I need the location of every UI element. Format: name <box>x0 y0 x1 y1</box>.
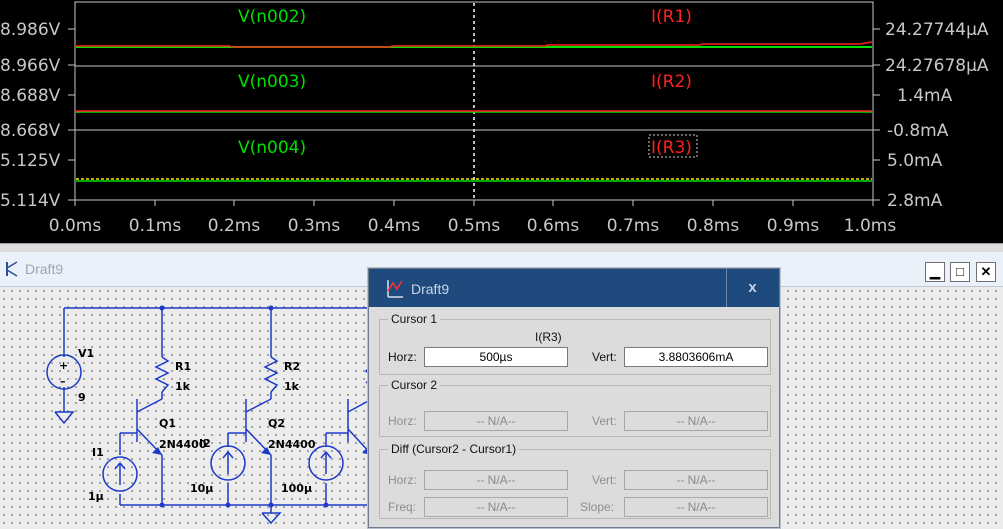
r1-value: 1k <box>175 380 191 393</box>
pane-2-right-bottom: -0.8mA <box>887 121 949 141</box>
v1-value: 9 <box>78 391 86 404</box>
waveform-viewer[interactable]: V(n002) I(R1) V(n003) I(R2) V(n004) I(R3… <box>0 0 1003 243</box>
cursor-1-vert-field[interactable]: 3.8803606mA <box>624 347 768 367</box>
cursor-1-horz-label: Horz: <box>388 350 417 364</box>
cursor-probe-icon <box>387 280 403 298</box>
diff-horz-field: -- N/A-- <box>424 470 568 490</box>
x-tick-2: 0.2ms <box>208 216 261 236</box>
x-tick-8: 0.8ms <box>687 216 740 236</box>
i2-name: I2 <box>199 437 211 450</box>
i3-value: 100µ <box>281 482 312 495</box>
x-tick-10: 1.0ms <box>844 216 897 236</box>
diff-slope-field: -- N/A-- <box>624 497 768 517</box>
r1-name: R1 <box>175 360 191 373</box>
diff-group: Diff (Cursor2 - Cursor1) Horz: -- N/A-- … <box>379 442 771 519</box>
q2-name: Q2 <box>268 417 285 430</box>
pane-1-right-label[interactable]: I(R1) <box>651 7 692 27</box>
cursor-2-vert-label: Vert: <box>592 414 617 428</box>
v1-name: V1 <box>78 347 94 360</box>
pane-1-right-bottom: 24.27678µA <box>885 56 989 76</box>
x-tick-9: 0.9ms <box>767 216 820 236</box>
dialog-title: Draft9 <box>411 281 450 297</box>
cursor-dialog[interactable]: Draft9 x Cursor 1 I(R3) Horz: 500µs Vert… <box>368 268 780 528</box>
x-tick-4: 0.4ms <box>368 216 421 236</box>
cursor-2-legend: Cursor 2 <box>388 378 441 392</box>
x-tick-1: 0.1ms <box>129 216 182 236</box>
pane-2-left-bottom: 8.668V <box>0 121 61 141</box>
pane-3-left-label[interactable]: V(n004) <box>238 138 306 158</box>
pane-1-left-bottom: 8.966V <box>0 56 61 76</box>
x-tick-3: 0.3ms <box>288 216 341 236</box>
diff-horz-label: Horz: <box>388 473 417 487</box>
v1-plus-sign: + <box>59 359 68 372</box>
diff-legend: Diff (Cursor2 - Cursor1) <box>388 442 520 456</box>
pane-3-right-bottom: 2.8mA <box>887 191 943 211</box>
junction-dots <box>159 305 329 508</box>
dialog-close-button[interactable]: x <box>726 269 778 307</box>
cursor-1-vert-label: Vert: <box>592 350 617 364</box>
diff-vert-label: Vert: <box>592 473 617 487</box>
minimize-button[interactable]: ▁ <box>925 262 945 282</box>
cursor-2-horz-field: -- N/A-- <box>424 411 568 431</box>
cursor-1-horz-field[interactable]: 500µs <box>424 347 568 367</box>
dialog-body: Cursor 1 I(R3) Horz: 500µs Vert: 3.88036… <box>373 309 775 523</box>
diff-vert-field: -- N/A-- <box>624 470 768 490</box>
close-button[interactable]: ✕ <box>976 262 996 282</box>
pane-3-right-top: 5.0mA <box>887 151 943 171</box>
x-tick-6: 0.6ms <box>527 216 580 236</box>
pane-3-left-top: 5.125V <box>0 151 61 171</box>
maximize-button[interactable]: □ <box>950 262 970 282</box>
i2-value: 10µ <box>190 482 213 495</box>
x-tick-marks <box>74 200 874 206</box>
pane-2-left-label[interactable]: V(n003) <box>238 72 306 92</box>
i1-name: I1 <box>92 446 104 459</box>
cursor-2-group: Cursor 2 Horz: -- N/A-- Vert: -- N/A-- <box>379 378 771 437</box>
cursor-2-vert-field: -- N/A-- <box>624 411 768 431</box>
q2-model: 2N4400 <box>268 438 316 451</box>
q1-name: Q1 <box>159 417 176 430</box>
y-tick-marks <box>68 28 880 201</box>
x-tick-0: 0.0ms <box>49 216 102 236</box>
x-tick-5: 0.5ms <box>448 216 501 236</box>
pane-3-left-bottom: 5.114V <box>0 191 61 211</box>
cursor-1-group: Cursor 1 I(R3) Horz: 500µs Vert: 3.88036… <box>379 312 771 375</box>
diff-freq-field: -- N/A-- <box>424 497 568 517</box>
cursor-1-legend: Cursor 1 <box>388 312 441 326</box>
diff-slope-label: Slope: <box>580 500 615 514</box>
diff-freq-label: Freq: <box>388 500 417 514</box>
dialog-titlebar[interactable]: Draft9 x <box>369 269 779 307</box>
pane-2-left-top: 8.688V <box>0 86 61 106</box>
i1-value: 1µ <box>88 490 104 503</box>
pane-splitter[interactable] <box>0 243 1003 252</box>
x-tick-7: 0.7ms <box>607 216 660 236</box>
cursor-1-trace: I(R3) <box>535 330 562 344</box>
pane-3-right-label[interactable]: I(R3) <box>651 138 692 158</box>
r2-value: 1k <box>284 380 300 393</box>
pane-2-right-top: 1.4mA <box>897 86 953 106</box>
cursor-2-horz-label: Horz: <box>388 414 417 428</box>
waveform-plot[interactable]: V(n002) I(R1) V(n003) I(R2) V(n004) I(R3… <box>0 0 1003 243</box>
pane-1-left-top: 8.986V <box>0 20 61 40</box>
transistor-icon <box>6 261 18 277</box>
v1-minus-sign: – <box>60 375 66 388</box>
pane-1-left-label[interactable]: V(n002) <box>238 7 306 27</box>
pane-2-right-label[interactable]: I(R2) <box>651 72 692 92</box>
schematic-title: Draft9 <box>25 261 64 277</box>
pane-1-right-top: 24.27744µA <box>885 20 989 40</box>
r2-name: R2 <box>284 360 300 373</box>
